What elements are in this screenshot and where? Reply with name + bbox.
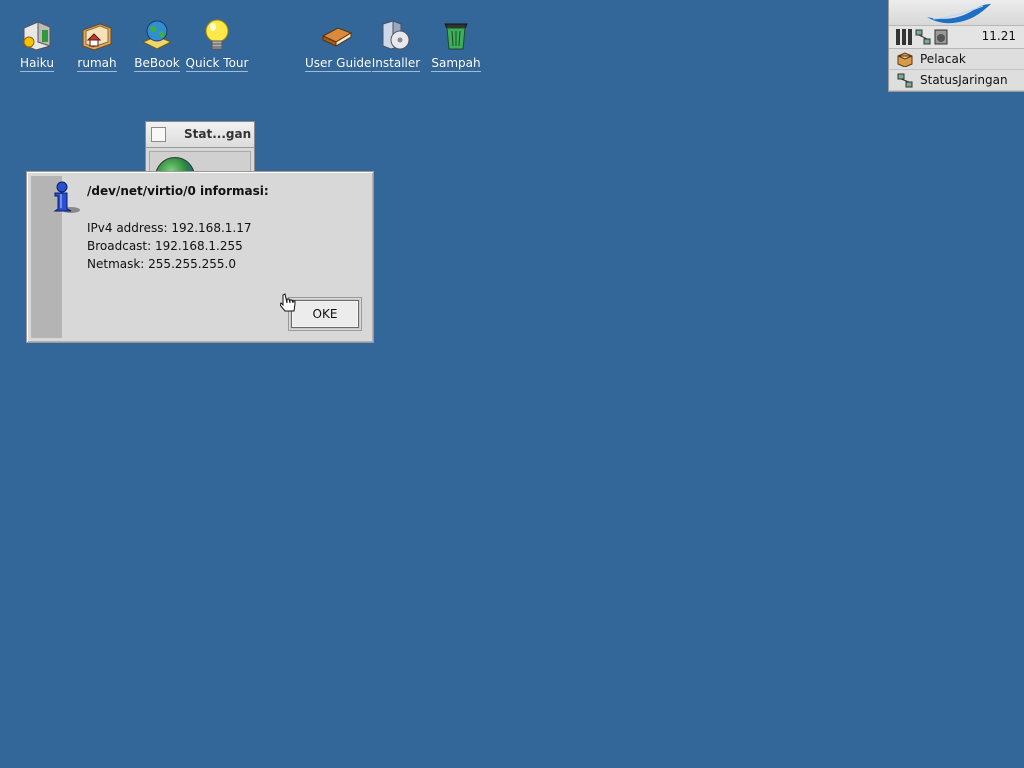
tracker-icon [897, 52, 913, 67]
book-icon [320, 18, 354, 52]
haiku-disk-icon [20, 18, 54, 52]
deskbar-tray: 11.21 [889, 26, 1024, 49]
trash-icon [439, 18, 473, 52]
desktop-icon-label: Haiku [20, 56, 54, 72]
deskbar-item-statusjaringan[interactable]: StatusJaringan [889, 70, 1024, 91]
hand-cursor-icon [280, 293, 296, 312]
close-button[interactable] [151, 127, 166, 142]
broadcast-text: Broadcast: 192.168.1.255 [87, 239, 243, 253]
info-icon [53, 181, 80, 213]
desktop-icon-label: Sampah [431, 56, 481, 72]
desktop-icon-installer[interactable]: Installer [364, 18, 428, 72]
ipv4-address-text: IPv4 address: 192.168.1.17 [87, 221, 252, 235]
desktop-icon-label: Installer [371, 56, 421, 72]
alert-title: /dev/net/virtio/0 informasi: [87, 184, 269, 198]
netmask-text: Netmask: 255.255.255.0 [87, 257, 236, 271]
ok-button[interactable]: OKE [288, 297, 362, 331]
deskbar-menu-button[interactable] [889, 0, 1024, 26]
installer-icon [379, 18, 413, 52]
desktop-icon-sampah[interactable]: Sampah [424, 18, 488, 72]
deskbar-item-label: Pelacak [920, 52, 966, 66]
window-tab[interactable]: Stat...gan [146, 122, 254, 148]
desktop-icon-user-guide[interactable]: User Guide [305, 18, 372, 72]
window-title: Stat...gan [184, 127, 252, 141]
cpu-meter-icon[interactable] [895, 28, 913, 46]
deskbar-item-label: StatusJaringan [920, 73, 1008, 87]
bebook-globe-icon [140, 18, 174, 52]
network-status-icon [897, 73, 913, 88]
desktop-icon-label: rumah [77, 56, 117, 72]
lightbulb-icon [200, 18, 234, 52]
desktop-icon-label: Quick Tour [185, 56, 249, 72]
deskbar: 11.21 Pelacak StatusJaringan [888, 0, 1024, 92]
clock[interactable]: 11.21 [982, 29, 1016, 43]
info-alert-dialog: /dev/net/virtio/0 informasi: IPv4 addres… [26, 171, 374, 343]
desktop-icon-quick-tour[interactable]: Quick Tour [185, 18, 249, 72]
haiku-leaf-icon [927, 4, 991, 24]
desktop-icon-bebook[interactable]: BeBook [125, 18, 189, 72]
desktop-icon-label: BeBook [134, 56, 180, 72]
deskbar-item-pelacak[interactable]: Pelacak [889, 49, 1024, 70]
desktop-icon-haiku[interactable]: Haiku [5, 18, 69, 72]
desktop-icon-rumah[interactable]: rumah [65, 18, 129, 72]
desktop: Haiku rumah BeBook Quick Tour User Guide… [0, 0, 1024, 768]
speaker-tray-icon[interactable] [933, 29, 949, 45]
network-tray-icon[interactable] [915, 29, 931, 45]
desktop-icon-label: User Guide [305, 56, 372, 72]
home-folder-icon [80, 18, 114, 52]
